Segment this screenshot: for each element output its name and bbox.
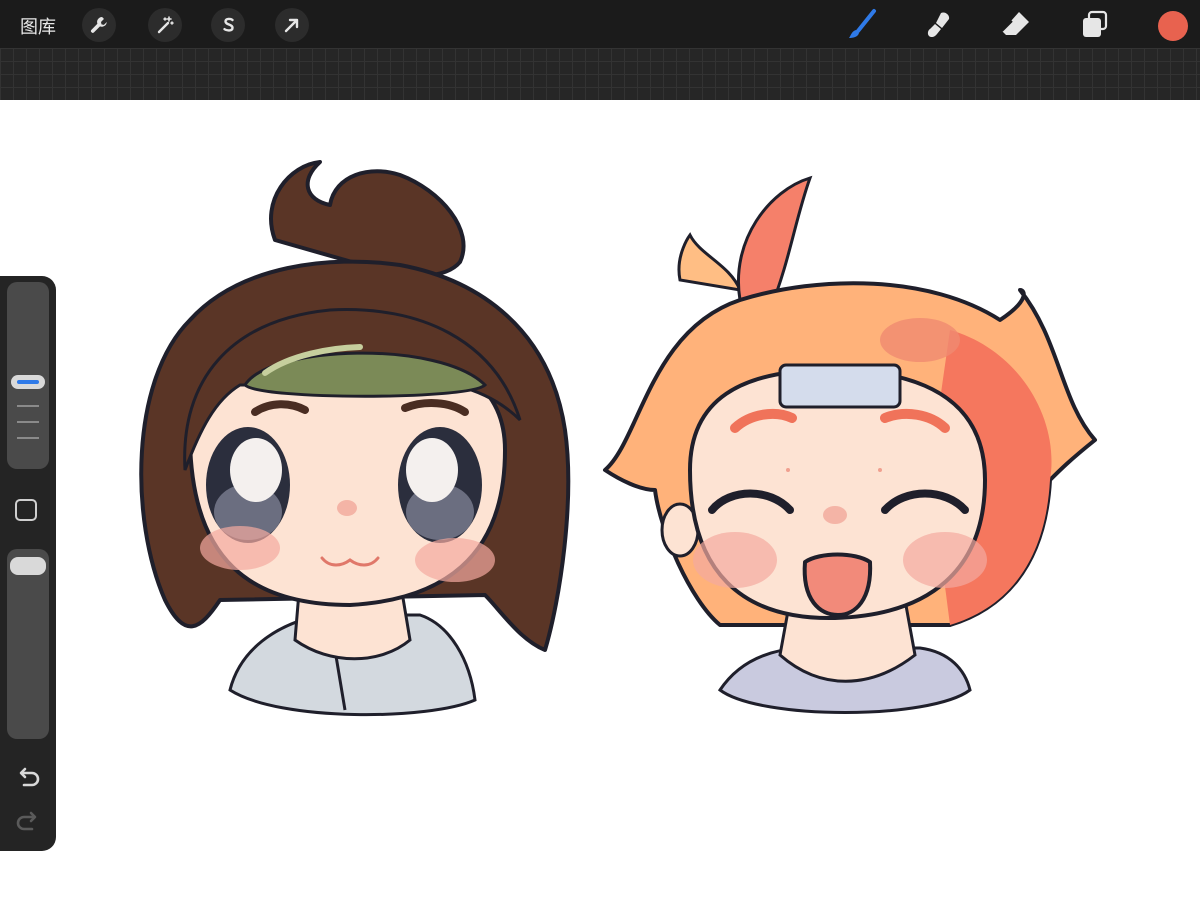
selection-s-icon[interactable] — [211, 8, 245, 42]
brush-size-slider[interactable] — [7, 282, 49, 469]
opacity-thumb[interactable] — [10, 557, 46, 575]
canvas-grid-strip — [0, 48, 1200, 100]
artwork — [139, 160, 1097, 717]
left-sidebar — [0, 276, 56, 851]
drawing-canvas[interactable] — [0, 100, 1200, 900]
layers-icon[interactable] — [1077, 7, 1113, 43]
gallery-button[interactable]: 图库 — [20, 13, 56, 39]
wrench-icon[interactable] — [82, 8, 116, 42]
orange-haired-kid — [603, 175, 1097, 714]
smudge-icon[interactable] — [921, 7, 957, 43]
modify-button[interactable] — [15, 499, 37, 521]
opacity-slider[interactable] — [7, 549, 49, 739]
eraser-icon[interactable] — [998, 7, 1034, 43]
redo-icon[interactable] — [14, 808, 42, 836]
brush-size-thumb[interactable] — [11, 375, 45, 389]
color-swatch[interactable] — [1158, 11, 1188, 41]
brown-haired-girl — [139, 160, 571, 717]
undo-icon[interactable] — [14, 764, 42, 792]
move-arrow-icon[interactable] — [275, 8, 309, 42]
brush-icon[interactable] — [844, 7, 880, 43]
top-toolbar: 图库 — [0, 0, 1200, 48]
magic-wand-icon[interactable] — [148, 8, 182, 42]
